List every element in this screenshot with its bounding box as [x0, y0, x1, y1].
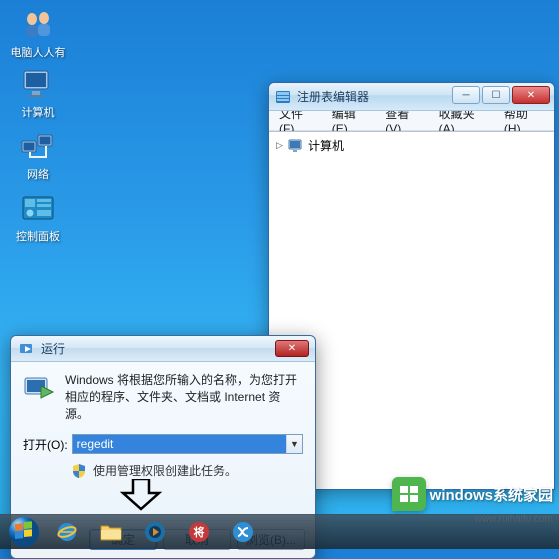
desktop-icon-label: 控制面板 — [16, 228, 60, 244]
desktop-icon-network[interactable]: 网络 — [8, 126, 68, 182]
network-icon — [19, 126, 57, 164]
taskbar-explorer-icon[interactable] — [90, 517, 132, 547]
run-close-button[interactable]: ✕ — [275, 340, 309, 357]
taskbar-app-blue-icon[interactable] — [222, 517, 264, 547]
desktop-icon-computer[interactable]: 计算机 — [8, 64, 68, 120]
regedit-icon — [275, 89, 291, 105]
taskbar-ie-icon[interactable] — [46, 517, 88, 547]
run-titlebar[interactable]: 运行 ✕ — [11, 336, 315, 362]
tree-node-label: 计算机 — [308, 137, 344, 154]
watermark-logo-icon — [392, 477, 426, 511]
tree-expand-icon[interactable]: ▷ — [275, 141, 284, 150]
run-title-icon — [19, 341, 35, 357]
run-open-label: 打开(O): — [23, 436, 68, 453]
run-combobox[interactable]: regedit ▼ — [72, 434, 303, 454]
desktop-icon-label: 网络 — [27, 166, 49, 182]
taskbar-app-red-icon[interactable]: 将 — [178, 517, 220, 547]
regedit-title: 注册表编辑器 — [297, 88, 369, 105]
run-input[interactable]: regedit — [73, 435, 286, 453]
svg-text:将: 将 — [194, 525, 205, 539]
desktop-icon-label: 电脑人人有 — [11, 44, 66, 60]
uac-shield-icon — [71, 463, 87, 479]
controlpanel-icon — [19, 188, 57, 226]
watermark: windows系统家园 www.ruihaifu.com — [392, 477, 553, 511]
computer-tree-icon — [288, 139, 304, 153]
desktop-icon-label: 计算机 — [22, 104, 55, 120]
watermark-text: windows系统家园 — [430, 484, 553, 505]
combobox-dropdown-icon[interactable]: ▼ — [286, 435, 302, 453]
regedit-menubar: 文件(F) 编辑(E) 查看(V) 收藏夹(A) 帮助(H) — [269, 111, 554, 131]
people-icon — [19, 4, 57, 42]
taskbar-mediaplayer-icon[interactable] — [134, 517, 176, 547]
taskbar: 将 — [0, 514, 559, 549]
desktop-icon-people[interactable]: 电脑人人有 — [8, 4, 68, 60]
run-title-text: 运行 — [41, 340, 65, 357]
run-app-icon — [23, 372, 55, 404]
start-button[interactable] — [4, 516, 44, 548]
minimize-button[interactable]: ─ — [452, 86, 480, 104]
regedit-titlebar[interactable]: 注册表编辑器 ─ ☐ ✕ — [269, 83, 554, 111]
annotation-arrow-icon — [119, 479, 163, 511]
tree-node-computer[interactable]: ▷ 计算机 — [273, 136, 550, 155]
run-description: Windows 将根据您所输入的名称，为您打开相应的程序、文件夹、文档或 Int… — [65, 372, 303, 422]
computer-icon — [19, 64, 57, 102]
maximize-button[interactable]: ☐ — [482, 86, 510, 104]
close-button[interactable]: ✕ — [512, 86, 550, 104]
desktop-icon-controlpanel[interactable]: 控制面板 — [8, 188, 68, 244]
uac-text: 使用管理权限创建此任务。 — [93, 462, 237, 479]
